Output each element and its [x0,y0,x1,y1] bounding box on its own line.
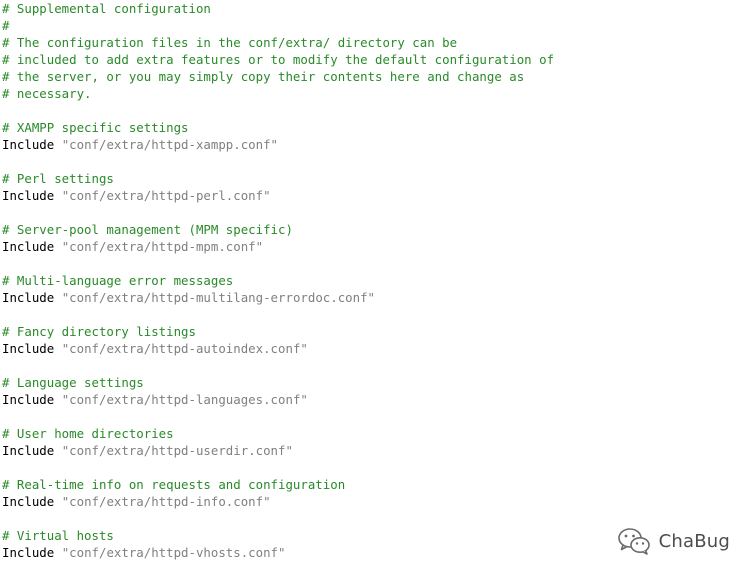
directive-path: "conf/extra/httpd-userdir.conf" [61,443,293,458]
directive-path: "conf/extra/httpd-xampp.conf" [61,137,279,152]
comment-line: # The configuration files in the conf/ex… [2,34,742,51]
directive-path: "conf/extra/httpd-multilang-errordoc.con… [61,290,375,305]
comment-line: # Supplemental configuration [2,0,742,17]
comment-line: # the server, or you may simply copy the… [2,68,742,85]
directive-keyword: Include [2,341,55,356]
comment-text: # Real-time info on requests and configu… [2,477,346,492]
comment-line: # Multi-language error messages [2,272,742,289]
directive-path: "conf/extra/httpd-vhosts.conf" [61,545,286,560]
comment-text: # Server-pool management (MPM specific) [2,222,293,237]
comment-text: # Supplemental configuration [2,1,211,16]
include-line: Include "conf/extra/httpd-perl.conf" [2,187,742,204]
directive-keyword: Include [2,239,55,254]
directive-keyword: Include [2,137,55,152]
directive-keyword: Include [2,290,55,305]
directive-keyword: Include [2,392,55,407]
code-editor: # Supplemental configuration # # The confi… [2,0,742,561]
comment-line: # Server-pool management (MPM specific) [2,221,742,238]
comment-line: # [2,17,742,34]
directive-keyword: Include [2,443,55,458]
directive-keyword: Include [2,545,55,560]
include-line: Include "conf/extra/httpd-multilang-erro… [2,289,742,306]
comment-line: # Real-time info on requests and configu… [2,476,742,493]
watermark: ChaBug [617,526,730,556]
include-line: Include "conf/extra/httpd-xampp.conf" [2,136,742,153]
directive-path: "conf/extra/httpd-autoindex.conf" [61,341,308,356]
directive-path: "conf/extra/httpd-languages.conf" [61,392,308,407]
comment-text: # XAMPP specific settings [2,120,189,135]
comment-text: # The configuration files in the conf/ex… [2,35,458,50]
comment-line: # necessary. [2,85,742,102]
comment-text: # [2,18,10,33]
directive-path: "conf/extra/httpd-perl.conf" [61,188,271,203]
comment-text: # Fancy directory listings [2,324,196,339]
include-line: Include "conf/extra/httpd-info.conf" [2,493,742,510]
include-line: Include "conf/extra/httpd-autoindex.conf… [2,340,742,357]
include-line: Include "conf/extra/httpd-languages.conf… [2,391,742,408]
include-line: Include "conf/extra/httpd-mpm.conf" [2,238,742,255]
comment-line: # included to add extra features or to m… [2,51,742,68]
comment-line: # User home directories [2,425,742,442]
directive-path: "conf/extra/httpd-mpm.conf" [61,239,264,254]
directive-keyword: Include [2,494,55,509]
comment-line: # Perl settings [2,170,742,187]
comment-line: # Language settings [2,374,742,391]
wechat-icon [617,528,650,555]
comment-text: # User home directories [2,426,174,441]
comment-text: # necessary. [2,86,92,101]
comment-text: # Virtual hosts [2,528,114,543]
directive-keyword: Include [2,188,55,203]
comment-text: # Language settings [2,375,144,390]
comment-line: # XAMPP specific settings [2,119,742,136]
comment-text: # Multi-language error messages [2,273,234,288]
comment-text: # included to add extra features or to m… [2,52,555,67]
directive-path: "conf/extra/httpd-info.conf" [61,494,271,509]
comment-text: # the server, or you may simply copy the… [2,69,525,84]
comment-text: # Perl settings [2,171,114,186]
watermark-text: ChaBug [658,530,730,552]
comment-line: # Fancy directory listings [2,323,742,340]
include-line: Include "conf/extra/httpd-userdir.conf" [2,442,742,459]
